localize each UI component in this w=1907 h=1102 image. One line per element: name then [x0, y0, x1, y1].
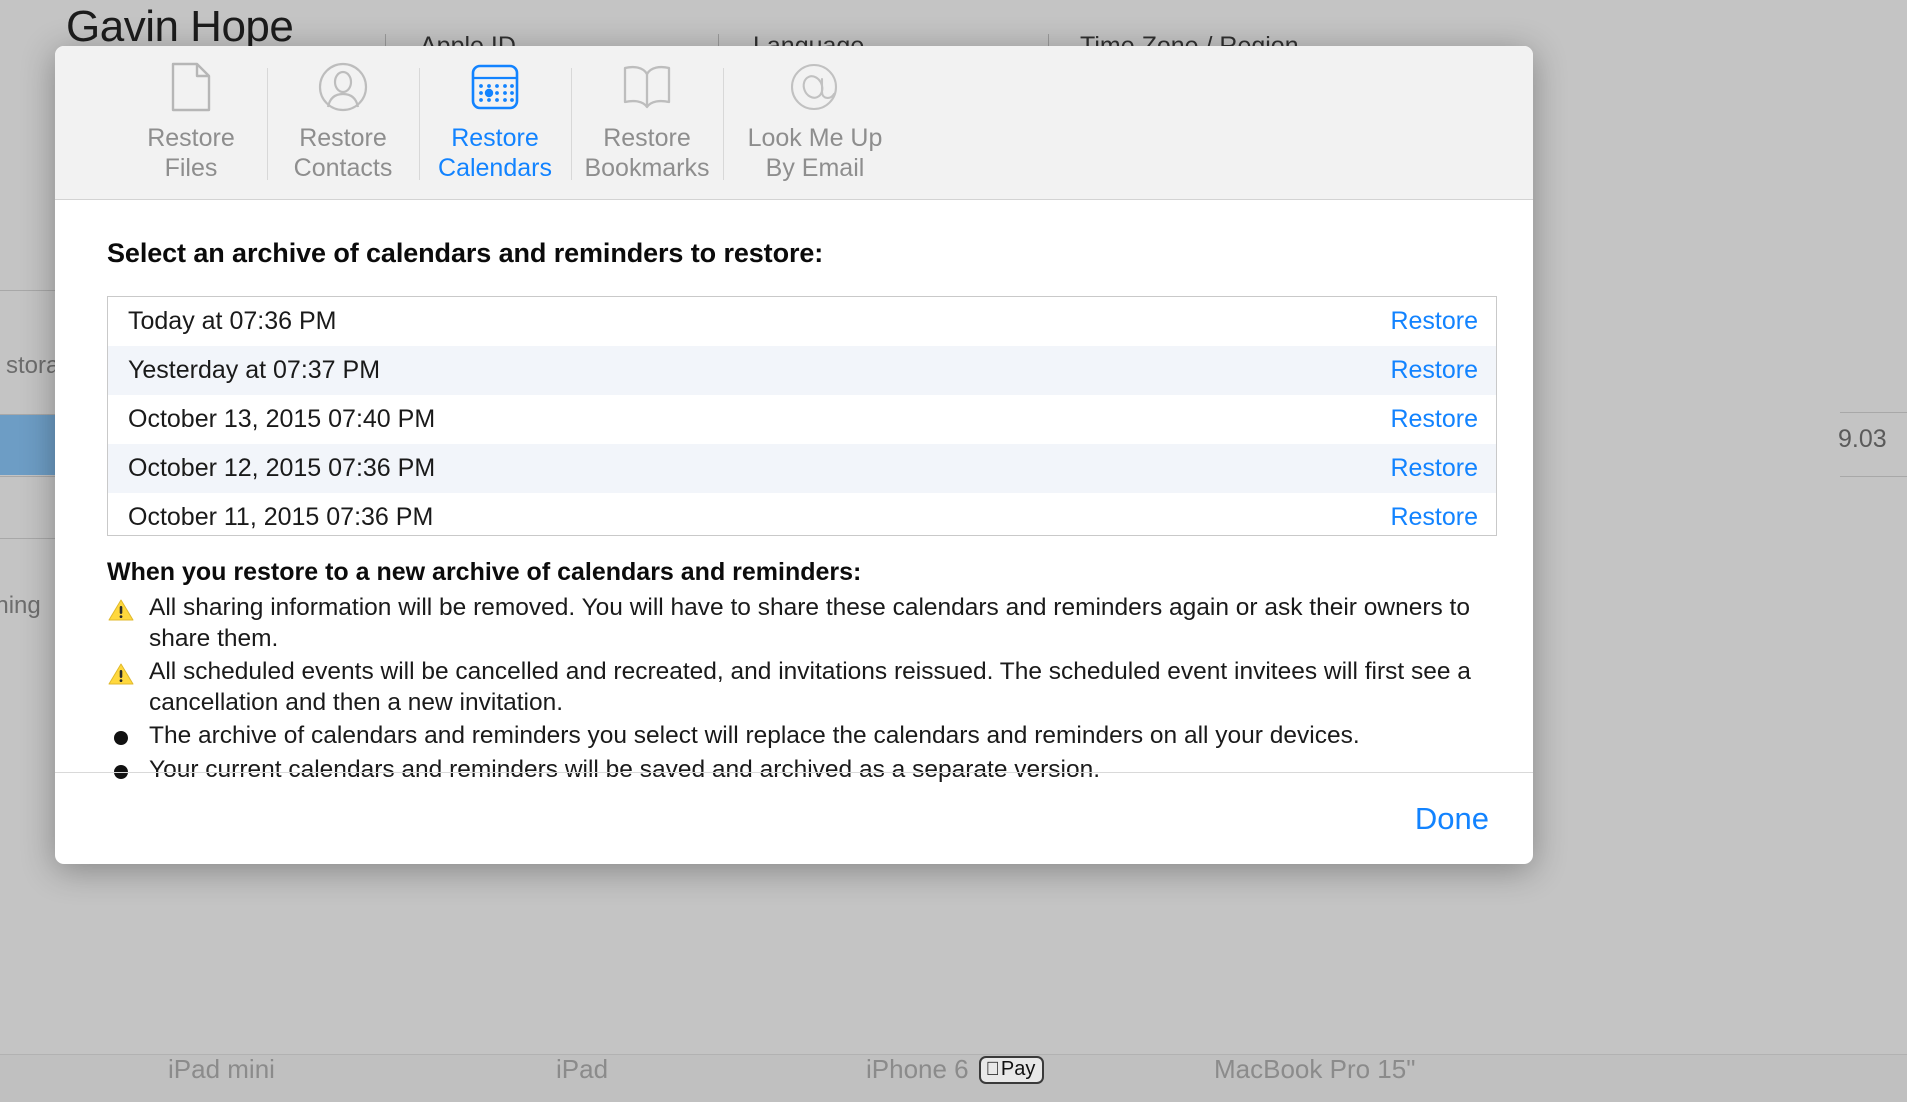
background-divider [0, 476, 60, 477]
background-device-label: iPad mini [168, 1054, 275, 1085]
background-device-iphone-6: iPhone 6 Pay [866, 1054, 1044, 1102]
restore-link[interactable]: Restore [1390, 503, 1478, 532]
archive-date: Yesterday at 07:37 PM [128, 356, 380, 385]
notice-item: All scheduled events will be cancelled a… [107, 656, 1497, 718]
at-sign-icon [787, 60, 843, 114]
warning-icon [107, 656, 135, 688]
tab-label: Restore Contacts [294, 123, 393, 183]
background-side-label-running: nning [0, 592, 41, 620]
tab-label: Restore Calendars [438, 123, 552, 183]
tab-look-me-up-by-email[interactable]: Look Me Up By Email [723, 46, 907, 199]
archive-list[interactable]: Today at 07:36 PM Restore Yesterday at 0… [107, 296, 1497, 536]
tab-restore-files[interactable]: Restore Files [115, 46, 267, 199]
background-user-name: Gavin Hope [66, 2, 293, 52]
apple-pay-badge: Pay [979, 1056, 1045, 1084]
background-divider [0, 290, 60, 291]
page-title: Select an archive of calendars and remin… [107, 238, 1497, 269]
background-storage-value: 9.03 [1838, 425, 1887, 454]
archive-date: Today at 07:36 PM [128, 307, 336, 336]
notice-item: All sharing information will be removed.… [107, 592, 1497, 654]
restore-link[interactable]: Restore [1390, 454, 1478, 483]
tab-label: Look Me Up By Email [748, 123, 883, 183]
notice-text: The archive of calendars and reminders y… [149, 720, 1360, 751]
contact-icon [315, 60, 371, 114]
notice-text: All sharing information will be removed.… [149, 592, 1497, 654]
notice-list: All sharing information will be removed.… [107, 592, 1497, 788]
restore-link[interactable]: Restore [1390, 405, 1478, 434]
restore-link[interactable]: Restore [1390, 307, 1478, 336]
tab-label: Restore Bookmarks [584, 123, 709, 183]
dialog-footer: Done [55, 772, 1533, 864]
notice-text: All scheduled events will be cancelled a… [149, 656, 1497, 718]
background-divider [1840, 412, 1907, 413]
archive-date: October 13, 2015 07:40 PM [128, 405, 435, 434]
tab-restore-bookmarks[interactable]: Restore Bookmarks [571, 46, 723, 199]
warning-icon [107, 592, 135, 624]
background-divider [0, 538, 60, 539]
apple-logo-icon:  [986, 1060, 1000, 1079]
book-icon [619, 60, 675, 114]
archive-date: October 12, 2015 07:36 PM [128, 454, 435, 483]
dialog-body: Select an archive of calendars and remin… [55, 200, 1533, 772]
tab-restore-calendars[interactable]: Restore Calendars [419, 46, 571, 199]
archive-date: October 11, 2015 07:36 PM [128, 503, 433, 532]
notice-heading: When you restore to a new archive of cal… [107, 558, 1497, 587]
list-item[interactable]: October 12, 2015 07:36 PM Restore [108, 444, 1496, 493]
background-device-label: MacBook Pro 15" [1214, 1054, 1415, 1085]
calendar-icon [467, 60, 523, 114]
background-device-label: iPad [556, 1054, 608, 1085]
apple-pay-label: Pay [1001, 1059, 1035, 1079]
tab-label: Restore Files [147, 123, 235, 183]
list-item[interactable]: Yesterday at 07:37 PM Restore [108, 346, 1496, 395]
notice-item: The archive of calendars and reminders y… [107, 720, 1497, 752]
bullet-icon [107, 720, 135, 752]
restore-dialog: Restore Files Restore Contacts [55, 46, 1533, 864]
tab-restore-contacts[interactable]: Restore Contacts [267, 46, 419, 199]
background-device-ipad-mini: iPad mini [168, 1054, 275, 1102]
list-item[interactable]: October 13, 2015 07:40 PM Restore [108, 395, 1496, 444]
done-button[interactable]: Done [1407, 797, 1497, 841]
background-divider [1840, 476, 1907, 477]
dialog-toolbar: Restore Files Restore Contacts [55, 46, 1533, 200]
list-item[interactable]: October 11, 2015 07:36 PM Restore [108, 493, 1496, 536]
background-side-label-storage: d stora [0, 352, 59, 380]
background-device-ipad: iPad [556, 1054, 608, 1102]
restore-link[interactable]: Restore [1390, 356, 1478, 385]
list-item[interactable]: Today at 07:36 PM Restore [108, 297, 1496, 346]
document-icon [163, 60, 219, 114]
background-device-macbook-pro: MacBook Pro 15" [1214, 1054, 1415, 1102]
background-device-label: iPhone 6 [866, 1054, 969, 1085]
